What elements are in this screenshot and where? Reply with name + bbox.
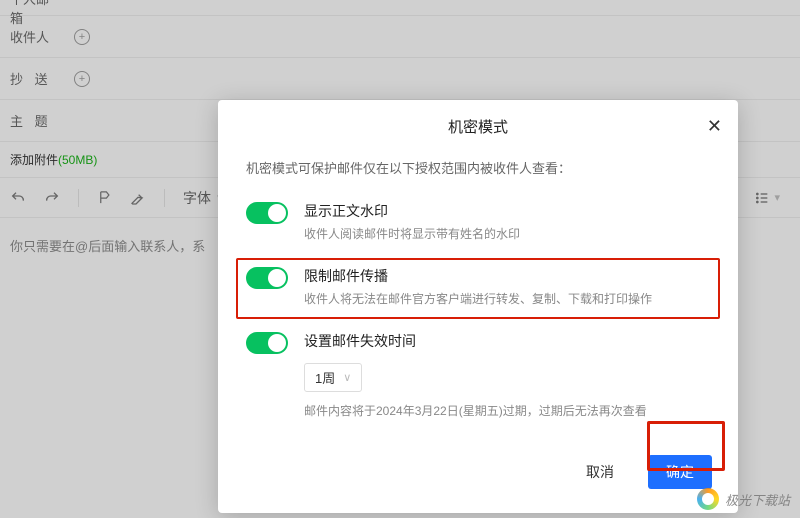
- watermark-text: 极光下载站: [725, 490, 790, 509]
- watermark-icon: [697, 488, 719, 510]
- cancel-button[interactable]: 取消: [568, 455, 632, 489]
- option-restrict-desc: 收件人将无法在邮件官方客户端进行转发、复制、下载和打印操作: [304, 290, 652, 307]
- option-restrict-highlight: 限制邮件传播 收件人将无法在邮件官方客户端进行转发、复制、下载和打印操作: [236, 258, 720, 319]
- dialog-title: 机密模式: [448, 116, 508, 137]
- option-watermark-text: 显示正文水印 收件人阅读邮件时将显示带有姓名的水印: [304, 201, 520, 242]
- option-expire: 设置邮件失效时间 1周 ∨ 邮件内容将于2024年3月22日(星期五)过期，过期…: [246, 323, 710, 431]
- toggle-watermark[interactable]: [246, 202, 288, 224]
- dialog-intro: 机密模式可保护邮件仅在以下授权范围内被收件人查看：: [246, 158, 710, 177]
- option-watermark-desc: 收件人阅读邮件时将显示带有姓名的水印: [304, 225, 520, 242]
- ok-button-highlight: [647, 421, 725, 471]
- option-restrict-title: 限制邮件传播: [304, 266, 652, 286]
- option-restrict-text: 限制邮件传播 收件人将无法在邮件官方客户端进行转发、复制、下载和打印操作: [304, 266, 652, 307]
- dialog-header: 机密模式 ✕: [218, 100, 738, 152]
- option-expire-text: 设置邮件失效时间 1周 ∨ 邮件内容将于2024年3月22日(星期五)过期，过期…: [304, 331, 647, 419]
- close-icon[interactable]: ✕: [707, 116, 722, 137]
- option-expire-title: 设置邮件失效时间: [304, 331, 647, 351]
- toggle-restrict[interactable]: [246, 267, 288, 289]
- expire-select-value: 1周: [315, 368, 335, 387]
- expire-select[interactable]: 1周 ∨: [304, 363, 362, 392]
- toggle-expire[interactable]: [246, 332, 288, 354]
- option-watermark: 显示正文水印 收件人阅读邮件时将显示带有姓名的水印: [246, 193, 710, 254]
- chevron-down-icon: ∨: [343, 371, 351, 384]
- dialog-body: 机密模式可保护邮件仅在以下授权范围内被收件人查看： 显示正文水印 收件人阅读邮件…: [218, 152, 738, 435]
- expire-note: 邮件内容将于2024年3月22日(星期五)过期，过期后无法再次查看: [304, 402, 647, 419]
- option-watermark-title: 显示正文水印: [304, 201, 520, 221]
- site-watermark: 极光下载站: [697, 488, 790, 510]
- option-restrict: 限制邮件传播 收件人将无法在邮件官方客户端进行转发、复制、下载和打印操作: [246, 266, 710, 307]
